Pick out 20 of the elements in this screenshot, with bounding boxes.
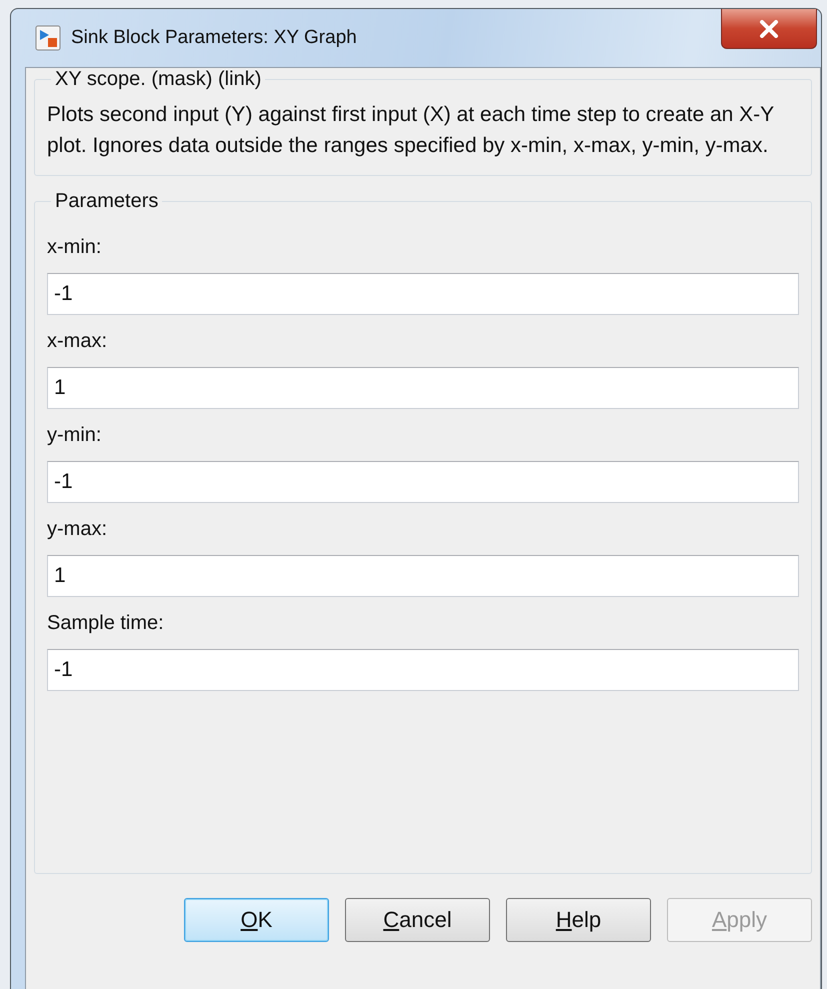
dialog-button[interactable]: Cancel (345, 898, 490, 942)
input-field[interactable]: 1 (47, 555, 799, 597)
close-icon (758, 20, 780, 38)
input-field[interactable]: 1 (47, 367, 799, 409)
close-button[interactable] (721, 9, 817, 49)
input-field[interactable]: -1 (47, 273, 799, 315)
description-text: Plots second input (Y) against first input (X) at each time step to create an X-Y plot. Ignores data outside the ranges specified by x-min, x-max, y-min, y-max. (47, 102, 775, 159)
group-heading: Parameters (54, 190, 160, 213)
field-label: x-min: (47, 236, 102, 259)
input-field[interactable]: -1 (47, 461, 799, 503)
field-label: y-max: (47, 518, 108, 541)
window-title: Sink Block Parameters: XY Graph (71, 27, 357, 49)
dialog-button[interactable]: OK (184, 898, 329, 942)
block-icon (35, 25, 61, 51)
field-label: y-min: (47, 424, 102, 447)
field-label: Sample time: (47, 612, 165, 635)
input-field[interactable]: -1 (47, 649, 799, 691)
field-label: x-max: (47, 330, 108, 353)
dialog-button[interactable]: Help (506, 898, 651, 942)
group-heading: XY scope. (mask) (link) (54, 68, 262, 91)
